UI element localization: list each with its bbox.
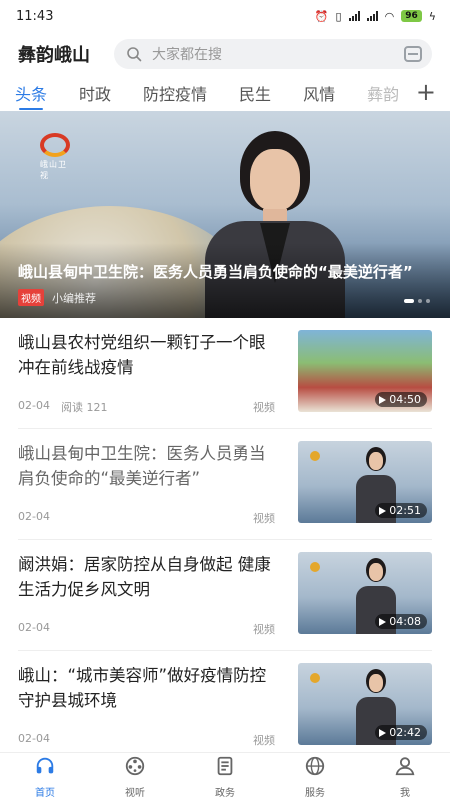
video-duration: 02:42	[375, 725, 427, 740]
news-title: 峨山：“城市美容师”做好疫情防控 守护县城环境	[18, 666, 267, 710]
news-date: 02-04	[18, 510, 50, 523]
user-icon	[394, 755, 416, 781]
nav-label: 政务	[215, 787, 235, 799]
tab-3[interactable]: 民生	[239, 81, 271, 105]
news-type: 视频	[253, 401, 275, 414]
status-time: 11:43	[16, 8, 54, 24]
station-logo: 峨山卫视	[40, 133, 74, 180]
play-icon	[379, 395, 387, 404]
signal-2-icon	[366, 11, 378, 21]
tab-4[interactable]: 风情	[303, 81, 335, 105]
news-item[interactable]: 阚洪娟：居家防控从自身做起 健康生活力促乡风文明 02-04 视频 04:08	[18, 540, 432, 651]
nav-item-0[interactable]: 首页	[0, 753, 90, 800]
headphones-icon	[34, 755, 56, 781]
document-icon	[214, 755, 236, 781]
search-placeholder: 大家都在搜	[152, 47, 222, 63]
news-title: 峨山县农村党组织一颗钉子一个眼 冲在前线战疫情	[18, 333, 266, 377]
nav-item-4[interactable]: 我	[360, 753, 450, 800]
nav-label: 视听	[125, 787, 145, 799]
signal-icon	[348, 11, 360, 21]
channel-tabs: 头条 时政 防控疫情 民生 风情 彝韵	[0, 76, 450, 110]
status-bar: 11:43 ⏰ ▯ ◠ 96 ϟ	[0, 0, 450, 32]
nav-item-1[interactable]: 视听	[90, 753, 180, 800]
tab-2[interactable]: 防控疫情	[143, 81, 207, 105]
search-bar[interactable]: 大家都在搜	[114, 39, 432, 69]
tab-5[interactable]: 彝韵	[367, 81, 399, 105]
news-thumbnail: 02:42	[298, 663, 432, 745]
news-title: 阚洪娟：居家防控从自身做起 健康生活力促乡风文明	[18, 555, 271, 599]
news-type: 视频	[253, 512, 275, 525]
hero-title: 峨山县甸中卫生院：医务人员勇当肩负使命的“最美逆行者”	[18, 263, 413, 281]
news-thumbnail: 04:50	[298, 330, 432, 412]
nav-label: 首页	[35, 787, 55, 799]
search-icon	[127, 47, 142, 62]
news-thumbnail: 02:51	[298, 441, 432, 523]
film-reel-icon	[124, 755, 146, 781]
carousel-indicator	[404, 299, 430, 303]
nav-label: 我	[400, 787, 410, 799]
play-icon	[379, 617, 387, 626]
battery-icon: 96	[401, 10, 422, 22]
play-icon	[379, 728, 387, 737]
news-item[interactable]: 峨山县农村党组织一颗钉子一个眼 冲在前线战疫情 02-04 阅读 121 视频 04:5…	[18, 318, 432, 429]
news-reads: 阅读 121	[61, 401, 108, 414]
play-icon	[379, 506, 387, 515]
tab-1[interactable]: 时政	[79, 81, 111, 105]
nav-label: 服务	[305, 787, 325, 799]
news-item[interactable]: 峨山：“城市美容师”做好疫情防控 守护县城环境 02-04 视频 02:42	[18, 651, 432, 762]
news-type: 视频	[253, 734, 275, 747]
news-date: 02-04	[18, 621, 50, 634]
bottom-nav: 首页 视听 政务 服务 我	[0, 752, 450, 800]
video-tag: 视频	[18, 289, 44, 306]
app-header: 彝韵峨山 大家都在搜	[0, 32, 450, 76]
news-thumbnail: 04:08	[298, 552, 432, 634]
nav-item-2[interactable]: 政务	[180, 753, 270, 800]
news-date: 02-04	[18, 399, 50, 412]
scan-icon[interactable]	[404, 46, 422, 62]
add-channel-button[interactable]: +	[406, 76, 450, 110]
news-date: 02-04	[18, 732, 50, 745]
news-type: 视频	[253, 623, 275, 636]
video-duration: 04:50	[375, 392, 427, 407]
charging-icon: ϟ	[428, 9, 436, 23]
vibrate-icon: ▯	[335, 9, 342, 23]
news-list: 峨山县农村党组织一颗钉子一个眼 冲在前线战疫情 02-04 阅读 121 视频 04:5…	[0, 318, 450, 762]
video-duration: 02:51	[375, 503, 427, 518]
alarm-icon: ⏰	[314, 9, 329, 23]
tab-0[interactable]: 头条	[15, 81, 47, 110]
news-title: 峨山县甸中卫生院：医务人员勇当肩负使命的“最美逆行者”	[18, 444, 266, 488]
globe-icon	[304, 755, 326, 781]
wifi-icon: ◠	[384, 9, 395, 23]
hero-banner[interactable]: 峨山卫视 峨山县甸中卫生院：医务人员勇当肩负使命的“最美逆行者” 视频 小编推荐	[0, 111, 450, 318]
video-duration: 04:08	[375, 614, 427, 629]
hero-source: 小编推荐	[52, 291, 96, 305]
app-title: 彝韵峨山	[18, 45, 90, 66]
news-item[interactable]: 峨山县甸中卫生院：医务人员勇当肩负使命的“最美逆行者” 02-04 视频 02:51	[18, 429, 432, 540]
nav-item-3[interactable]: 服务	[270, 753, 360, 800]
